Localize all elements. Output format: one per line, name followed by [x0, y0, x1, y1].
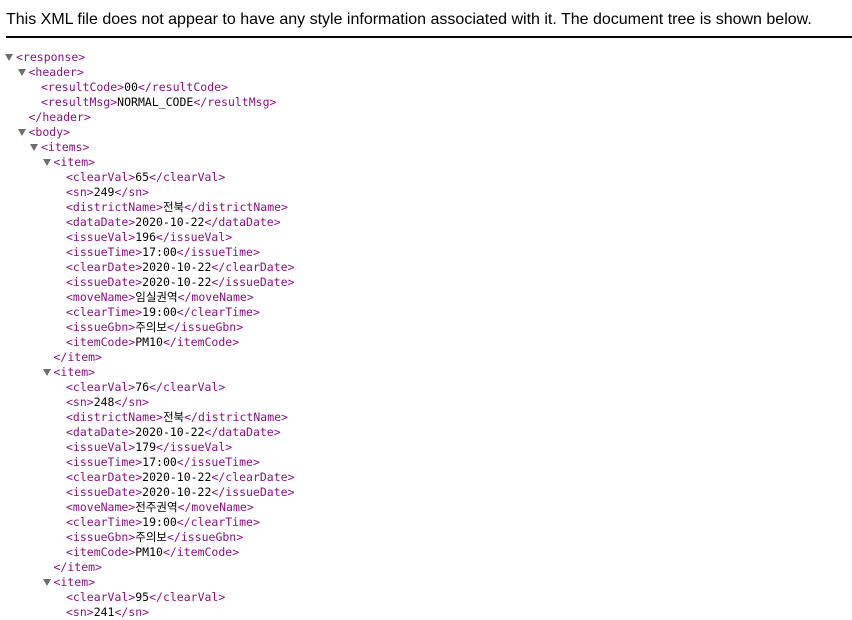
xml-close-header: </header> — [28, 110, 91, 124]
xml-element-moveName: <moveName>전주권역</moveName> — [66, 500, 254, 514]
xml-open-item: <item> — [0, 365, 852, 380]
xml-element-resultCode: <resultCode>00</resultCode> — [41, 80, 228, 94]
xml-element-clearTime: <clearTime>19:00</clearTime> — [66, 305, 260, 319]
xml-element-clearVal: <clearVal>95</clearVal> — [66, 590, 226, 604]
xml-element-clearTime: <clearTime>19:00</clearTime> — [66, 515, 260, 529]
xml-element-sn: <sn>248</sn> — [66, 395, 150, 409]
xml-element-issueDate: <issueDate>2020-10-22</issueDate> — [66, 485, 295, 499]
xml-element-issueVal: <issueVal>179</issueVal> — [66, 440, 233, 454]
xml-element-issueGbn: <issueGbn>주의보</issueGbn> — [66, 530, 244, 544]
xml-open-header: <header> — [0, 65, 852, 80]
collapse-toggle-icon[interactable] — [30, 144, 38, 151]
xml-element-districtName: <districtName>전북</districtName> — [66, 200, 288, 214]
xml-element-dataDate: <dataDate>2020-10-22</dataDate> — [66, 425, 281, 439]
xml-element-issueVal: <issueVal>196</issueVal> — [66, 230, 233, 244]
xml-element-clearVal: <clearVal>76</clearVal> — [66, 380, 226, 394]
xml-element-districtName: <districtName>전북</districtName> — [66, 410, 288, 424]
xml-element-issueTime: <issueTime>17:00</issueTime> — [66, 455, 260, 469]
xml-element-sn: <sn>241</sn> — [66, 605, 150, 619]
xml-open-response: <response> — [0, 50, 852, 65]
xml-element-resultMsg: <resultMsg>NORMAL_CODE</resultMsg> — [41, 95, 277, 109]
xml-element-clearDate: <clearDate>2020-10-22</clearDate> — [66, 470, 295, 484]
collapse-toggle-icon[interactable] — [5, 54, 13, 61]
collapse-toggle-icon[interactable] — [42, 579, 51, 586]
xml-open-body: <body> — [0, 125, 852, 140]
xml-document-tree: <response> <header> <resultCode>00</result… — [0, 50, 852, 620]
xml-open-items: <items> — [0, 140, 852, 155]
xml-element-issueGbn: <issueGbn>주의보</issueGbn> — [66, 320, 244, 334]
xml-close-item: </item> — [53, 350, 102, 364]
xml-element-issueDate: <issueDate>2020-10-22</issueDate> — [66, 275, 295, 289]
collapse-toggle-icon[interactable] — [17, 69, 26, 76]
xml-element-clearVal: <clearVal>65</clearVal> — [66, 170, 226, 184]
xml-element-itemCode: <itemCode>PM10</itemCode> — [66, 545, 240, 559]
xml-element-dataDate: <dataDate>2020-10-22</dataDate> — [66, 215, 281, 229]
collapse-toggle-icon[interactable] — [42, 369, 51, 376]
no-style-info-banner: This XML file does not appear to have an… — [6, 0, 852, 38]
xml-element-sn: <sn>249</sn> — [66, 185, 150, 199]
collapse-toggle-icon[interactable] — [17, 129, 26, 136]
xml-open-item: <item> — [0, 155, 852, 170]
xml-element-clearDate: <clearDate>2020-10-22</clearDate> — [66, 260, 295, 274]
xml-close-item: </item> — [53, 560, 102, 574]
xml-open-item: <item> — [0, 575, 852, 590]
xml-element-itemCode: <itemCode>PM10</itemCode> — [66, 335, 240, 349]
collapse-toggle-icon[interactable] — [42, 159, 51, 166]
xml-element-moveName: <moveName>임실권역</moveName> — [66, 290, 254, 304]
xml-element-issueTime: <issueTime>17:00</issueTime> — [66, 245, 260, 259]
